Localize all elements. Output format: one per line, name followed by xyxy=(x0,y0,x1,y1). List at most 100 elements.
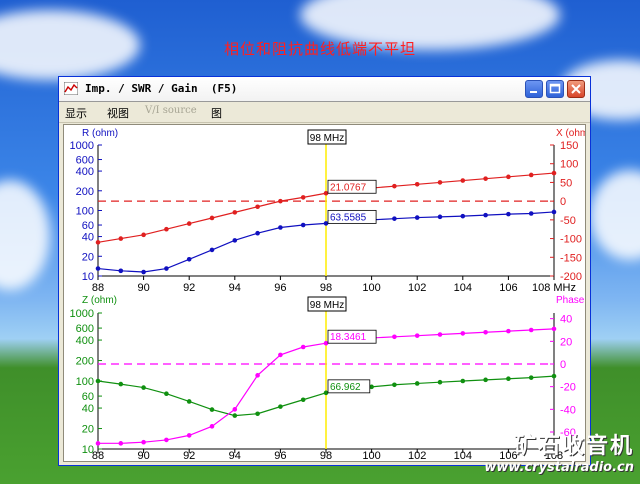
data-point-x xyxy=(255,204,260,210)
data-point-r xyxy=(141,269,146,275)
right-tick-label: -20 xyxy=(560,382,576,394)
x-tick-label: 98 xyxy=(320,282,332,294)
data-point-phase xyxy=(209,424,215,429)
data-point-z xyxy=(551,373,557,379)
data-point-phase xyxy=(118,441,124,446)
data-point-phase xyxy=(278,352,283,358)
data-point-r xyxy=(437,214,443,220)
plot-area: R (ohm)X (ohm)10006004002001006040201015… xyxy=(63,124,592,462)
x-tick-label: 88 xyxy=(92,450,104,461)
data-point-x xyxy=(278,198,283,204)
data-point-x xyxy=(141,232,146,238)
title-bar[interactable]: Imp. / SWR / Gain (F5) xyxy=(59,77,590,102)
data-point-z xyxy=(483,377,488,383)
left-tick-label: 400 xyxy=(76,335,94,347)
data-point-z xyxy=(460,378,466,384)
menu-bar: 显示 视图 V/I source 图 xyxy=(59,102,590,123)
x-tick-label: 94 xyxy=(229,450,241,461)
data-point-x xyxy=(209,215,215,221)
data-point-z xyxy=(118,381,124,387)
data-point-phase xyxy=(528,327,534,333)
window-title: Imp. / SWR / Gain (F5) xyxy=(85,82,238,95)
brand-url: www.crystalradio.cn xyxy=(484,460,634,475)
x-tick-label: 98 xyxy=(320,450,332,461)
data-point-r xyxy=(118,268,124,274)
data-point-z xyxy=(506,376,511,382)
left-tick-label: 400 xyxy=(76,166,94,178)
data-point-r xyxy=(414,215,420,220)
right-tick-label: 100 xyxy=(560,159,578,171)
x-tick-label: 100 xyxy=(362,282,380,294)
right-tick-label: -100 xyxy=(560,234,582,246)
data-point-x xyxy=(392,183,397,189)
data-point-r xyxy=(95,266,101,271)
x-tick-label: 96 xyxy=(274,450,286,461)
menu-vi-source[interactable]: V/I source xyxy=(145,105,197,116)
right-axis-label: Phase xyxy=(556,295,585,306)
x-tick-label: 90 xyxy=(137,450,149,461)
data-point-r xyxy=(209,247,215,253)
data-point-phase xyxy=(551,326,557,332)
data-point-r xyxy=(483,212,488,218)
x-tick-label: 102 xyxy=(408,450,426,461)
marker-label: 98 MHz xyxy=(310,133,344,144)
left-tick-label: 60 xyxy=(82,391,94,403)
chart-panel-1: R (ohm)X (ohm)10006004002001006040201015… xyxy=(70,128,592,294)
data-point-r xyxy=(255,230,260,236)
right-tick-label: 0 xyxy=(560,359,566,371)
data-point-z xyxy=(278,404,283,409)
left-tick-label: 1000 xyxy=(70,140,94,152)
data-point-x xyxy=(118,236,124,241)
data-point-z xyxy=(209,407,215,412)
app-icon xyxy=(64,82,78,95)
data-point-r xyxy=(232,238,238,243)
data-point-r xyxy=(164,266,169,271)
x-tick-label: 104 xyxy=(454,282,472,294)
right-axis-label: X (ohm) xyxy=(556,128,585,139)
left-tick-label: 600 xyxy=(76,323,94,335)
readout-value-phase: 18.3461 xyxy=(330,332,367,343)
data-point-r xyxy=(506,211,511,217)
left-tick-label: 100 xyxy=(76,376,94,388)
data-point-x xyxy=(506,174,511,180)
data-point-x xyxy=(437,180,443,185)
menu-view[interactable]: 视图 xyxy=(107,105,129,121)
right-tick-label: 50 xyxy=(560,177,572,189)
data-point-r xyxy=(551,209,557,215)
left-tick-label: 600 xyxy=(76,155,94,167)
maximize-button[interactable] xyxy=(546,80,564,98)
x-tick-label: 104 xyxy=(454,450,472,461)
left-tick-label: 20 xyxy=(82,424,94,436)
data-point-phase xyxy=(460,331,466,336)
menu-graph[interactable]: 图 xyxy=(211,105,222,121)
readout-value-r: 63.5585 xyxy=(330,212,367,223)
data-point-r xyxy=(300,222,306,228)
data-point-z xyxy=(528,375,534,380)
data-point-phase xyxy=(414,333,420,338)
data-point-x xyxy=(414,182,420,187)
data-point-x xyxy=(186,221,192,226)
data-point-x xyxy=(95,240,101,245)
data-point-phase xyxy=(392,334,397,340)
app-window[interactable]: Imp. / SWR / Gain (F5) 显示 视图 V/I source … xyxy=(58,76,592,466)
data-point-z xyxy=(437,379,443,385)
close-button[interactable] xyxy=(567,80,585,98)
data-point-z xyxy=(186,399,192,404)
data-point-z xyxy=(141,385,146,390)
left-tick-label: 200 xyxy=(76,186,94,198)
x-tick-label: 106 xyxy=(499,282,517,294)
data-point-phase xyxy=(232,407,238,412)
menu-display[interactable]: 显示 xyxy=(65,105,87,121)
watermark-brand: 矿石收音机 www.crystalradio.cn xyxy=(484,428,634,475)
right-tick-label: -40 xyxy=(560,404,576,416)
charts-svg: R (ohm)X (ohm)10006004002001006040201015… xyxy=(70,128,592,462)
data-point-z xyxy=(300,397,306,403)
x-tick-label: 96 xyxy=(274,282,286,294)
data-point-x xyxy=(551,170,557,176)
right-tick-label: 20 xyxy=(560,336,572,348)
data-point-x xyxy=(164,226,169,232)
minimize-button[interactable] xyxy=(525,80,543,98)
left-tick-label: 200 xyxy=(76,356,94,368)
data-point-r xyxy=(186,256,192,262)
x-tick-label: 94 xyxy=(229,282,241,294)
